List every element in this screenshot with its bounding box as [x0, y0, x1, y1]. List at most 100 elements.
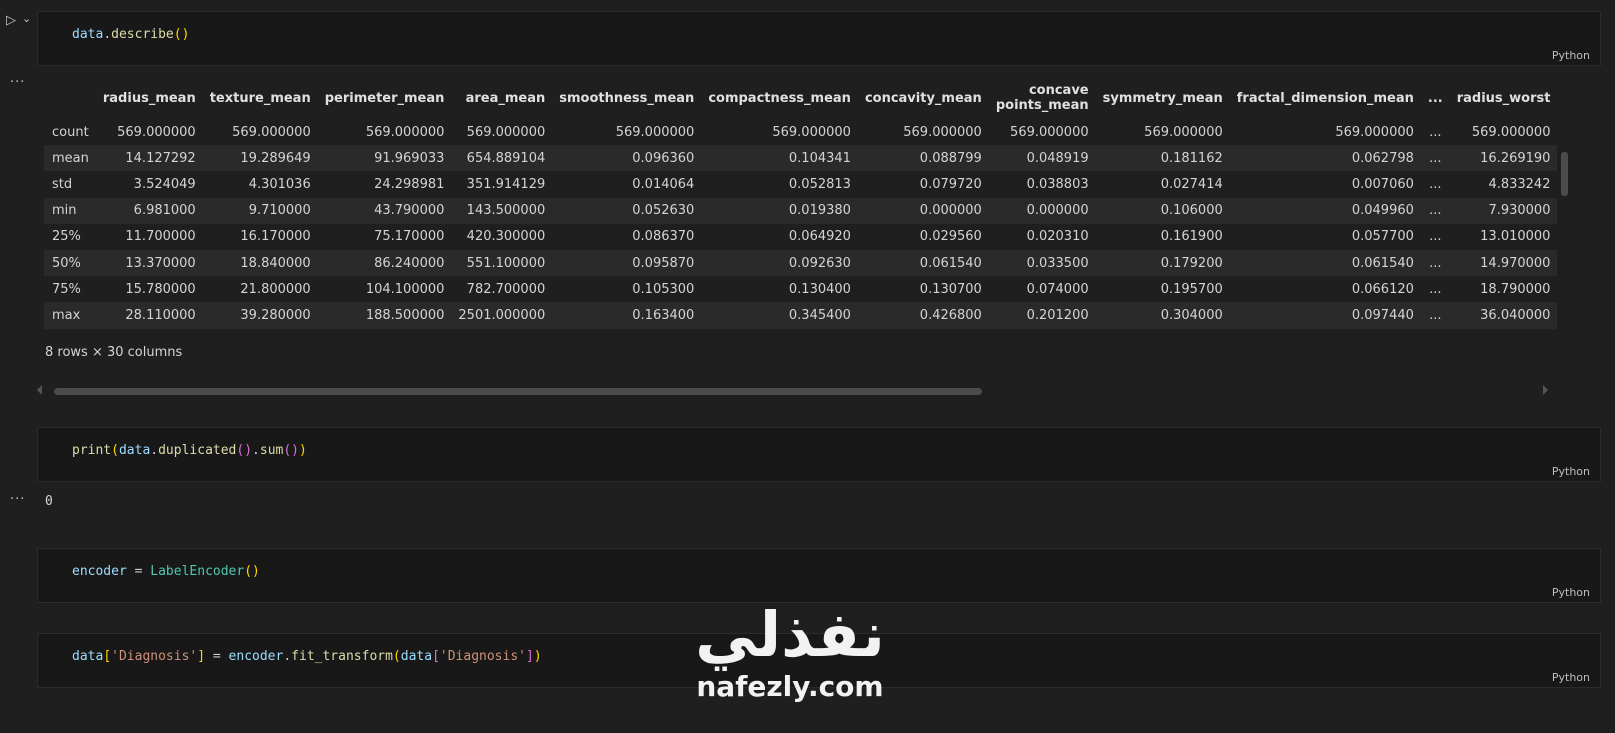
table-cell: 188.500000 [317, 302, 452, 329]
chevron-down-icon[interactable]: ⌄ [22, 12, 31, 26]
table-cell: 782.700000 [451, 276, 553, 303]
table-cell: 569.000000 [988, 119, 1096, 146]
row-label: count [44, 119, 96, 146]
table-cell: 0.000000 [988, 197, 1096, 224]
table-row: 75% 15.780000 21.800000 104.100000 782.70000… [44, 276, 1557, 303]
table-cell: 21.800000 [202, 276, 318, 303]
table-cell: 0.426800 [857, 302, 989, 329]
table-row: count 569.000000 569.000000 569.000000 569.0… [44, 119, 1557, 146]
column-header: compactness_mean [708, 90, 851, 106]
table-cell: 2501.000000 [451, 302, 553, 329]
table-cell: 569.000000 [451, 119, 553, 146]
table-cell: 104.100000 [317, 276, 452, 303]
table-cell: 0.201200 [988, 302, 1096, 329]
table-cell: 13.010000 [1449, 223, 1557, 250]
scrollbar-thumb[interactable] [54, 388, 982, 395]
table-cell: 11.700000 [95, 223, 203, 250]
table-cell: 0.096360 [552, 145, 702, 172]
table-summary: 8 rows × 30 columns [45, 345, 183, 360]
table-cell: 0.020310 [988, 223, 1096, 250]
code-cell-duplicated[interactable]: print(data.duplicated().sum()) Python [37, 427, 1601, 482]
table-cell: ... [1420, 276, 1450, 303]
scroll-right-icon[interactable] [1543, 385, 1548, 395]
table-cell: 18.840000 [202, 249, 318, 277]
table-cell: ... [1420, 171, 1450, 198]
table-cell: 0.092630 [701, 249, 858, 277]
column-header: radius_mean [102, 90, 196, 106]
code-cell-describe[interactable]: data.describe() Python [37, 11, 1601, 66]
row-label: mean [44, 145, 96, 172]
table-cell: 569.000000 [95, 119, 203, 146]
table-header-row: radius_mean texture_mean perimeter_mean … [44, 77, 1557, 119]
row-label: 25% [44, 223, 96, 250]
table-row: max 28.110000 39.280000 188.500000 2501.0000… [44, 302, 1557, 329]
code-line[interactable]: encoder = LabelEncoder() [72, 564, 260, 579]
table-cell: 0.105300 [552, 276, 702, 303]
column-header: fractal_dimension_mean [1236, 90, 1414, 106]
table-cell: 0.179200 [1095, 249, 1230, 277]
run-cell-icon[interactable]: ▷ [6, 14, 16, 28]
table-cell: 28.110000 [95, 302, 203, 329]
table-cell: 0.061540 [1229, 249, 1421, 277]
table-cell: 39.280000 [202, 302, 318, 329]
table-cell: 14.970000 [1449, 249, 1557, 277]
describe-output-table[interactable]: radius_mean texture_mean perimeter_mean … [44, 77, 1557, 332]
table-cell: 19.289649 [202, 145, 318, 172]
row-label: 75% [44, 276, 96, 303]
code-line[interactable]: print(data.duplicated().sum()) [72, 443, 307, 458]
table-cell: 0.130700 [857, 276, 989, 303]
output-more-icon[interactable]: ··· [10, 75, 25, 90]
row-label: std [44, 171, 96, 198]
scroll-left-icon[interactable] [37, 385, 42, 395]
cell-language-label[interactable]: Python [1552, 671, 1590, 684]
cell-language-label[interactable]: Python [1552, 49, 1590, 62]
table-cell: 0.181162 [1095, 145, 1230, 172]
table-cell: 351.914129 [451, 171, 553, 198]
table-cell: ... [1420, 302, 1450, 329]
code-cell-encoder[interactable]: encoder = LabelEncoder() Python [37, 548, 1601, 603]
table-cell: 0.163400 [552, 302, 702, 329]
table-cell: 0.027414 [1095, 171, 1230, 198]
table-row: std 3.524049 4.301036 24.298981 351.914129 0.… [44, 171, 1557, 198]
table-cell: ... [1420, 249, 1450, 277]
table-cell: 75.170000 [317, 223, 452, 250]
table-cell: 569.000000 [1229, 119, 1421, 146]
table-cell: 420.300000 [451, 223, 553, 250]
table-cell: 0.062798 [1229, 145, 1421, 172]
row-label: min [44, 197, 96, 224]
column-header: concavity_mean [864, 90, 982, 106]
table-cell: 0.195700 [1095, 276, 1230, 303]
horizontal-scrollbar[interactable] [44, 386, 1549, 396]
table-cell: 7.930000 [1449, 197, 1557, 224]
table-cell: 9.710000 [202, 197, 318, 224]
table-cell: 0.014064 [552, 171, 702, 198]
table-cell: 569.000000 [317, 119, 452, 146]
code-line[interactable]: data.describe() [72, 27, 189, 42]
watermark-logo: نفذلي nafezly.com [680, 600, 900, 704]
row-label: max [44, 302, 96, 329]
watermark-latin: nafezly.com [696, 670, 884, 703]
table-cell: 0.074000 [988, 276, 1096, 303]
cell-language-label[interactable]: Python [1552, 586, 1590, 599]
table-cell: 0.007060 [1229, 171, 1421, 198]
table-cell: 569.000000 [1449, 119, 1557, 146]
cell-language-label[interactable]: Python [1552, 465, 1590, 478]
table-row: mean 14.127292 19.289649 91.969033 654.88910… [44, 145, 1557, 172]
column-header: symmetry_mean [1102, 90, 1223, 106]
output-more-icon[interactable]: ··· [10, 492, 25, 507]
column-header: radius_worst [1456, 90, 1551, 106]
code-line[interactable]: data['Diagnosis'] = encoder.fit_transfor… [72, 649, 542, 664]
cell-output: 0 [45, 494, 53, 509]
table-cell: 16.269190 [1449, 145, 1557, 172]
table-cell: 86.240000 [317, 249, 452, 277]
table-cell: 4.833242 [1449, 171, 1557, 198]
table-cell: ... [1420, 223, 1450, 250]
vertical-scrollbar[interactable] [1561, 152, 1568, 196]
table-cell: 0.019380 [701, 197, 858, 224]
watermark-arabic: نفذلي [695, 598, 885, 671]
table-cell: 569.000000 [202, 119, 318, 146]
table-cell: 6.981000 [95, 197, 203, 224]
row-label: 50% [44, 249, 96, 277]
table-cell: 14.127292 [95, 145, 203, 172]
column-header: texture_mean [209, 90, 311, 106]
